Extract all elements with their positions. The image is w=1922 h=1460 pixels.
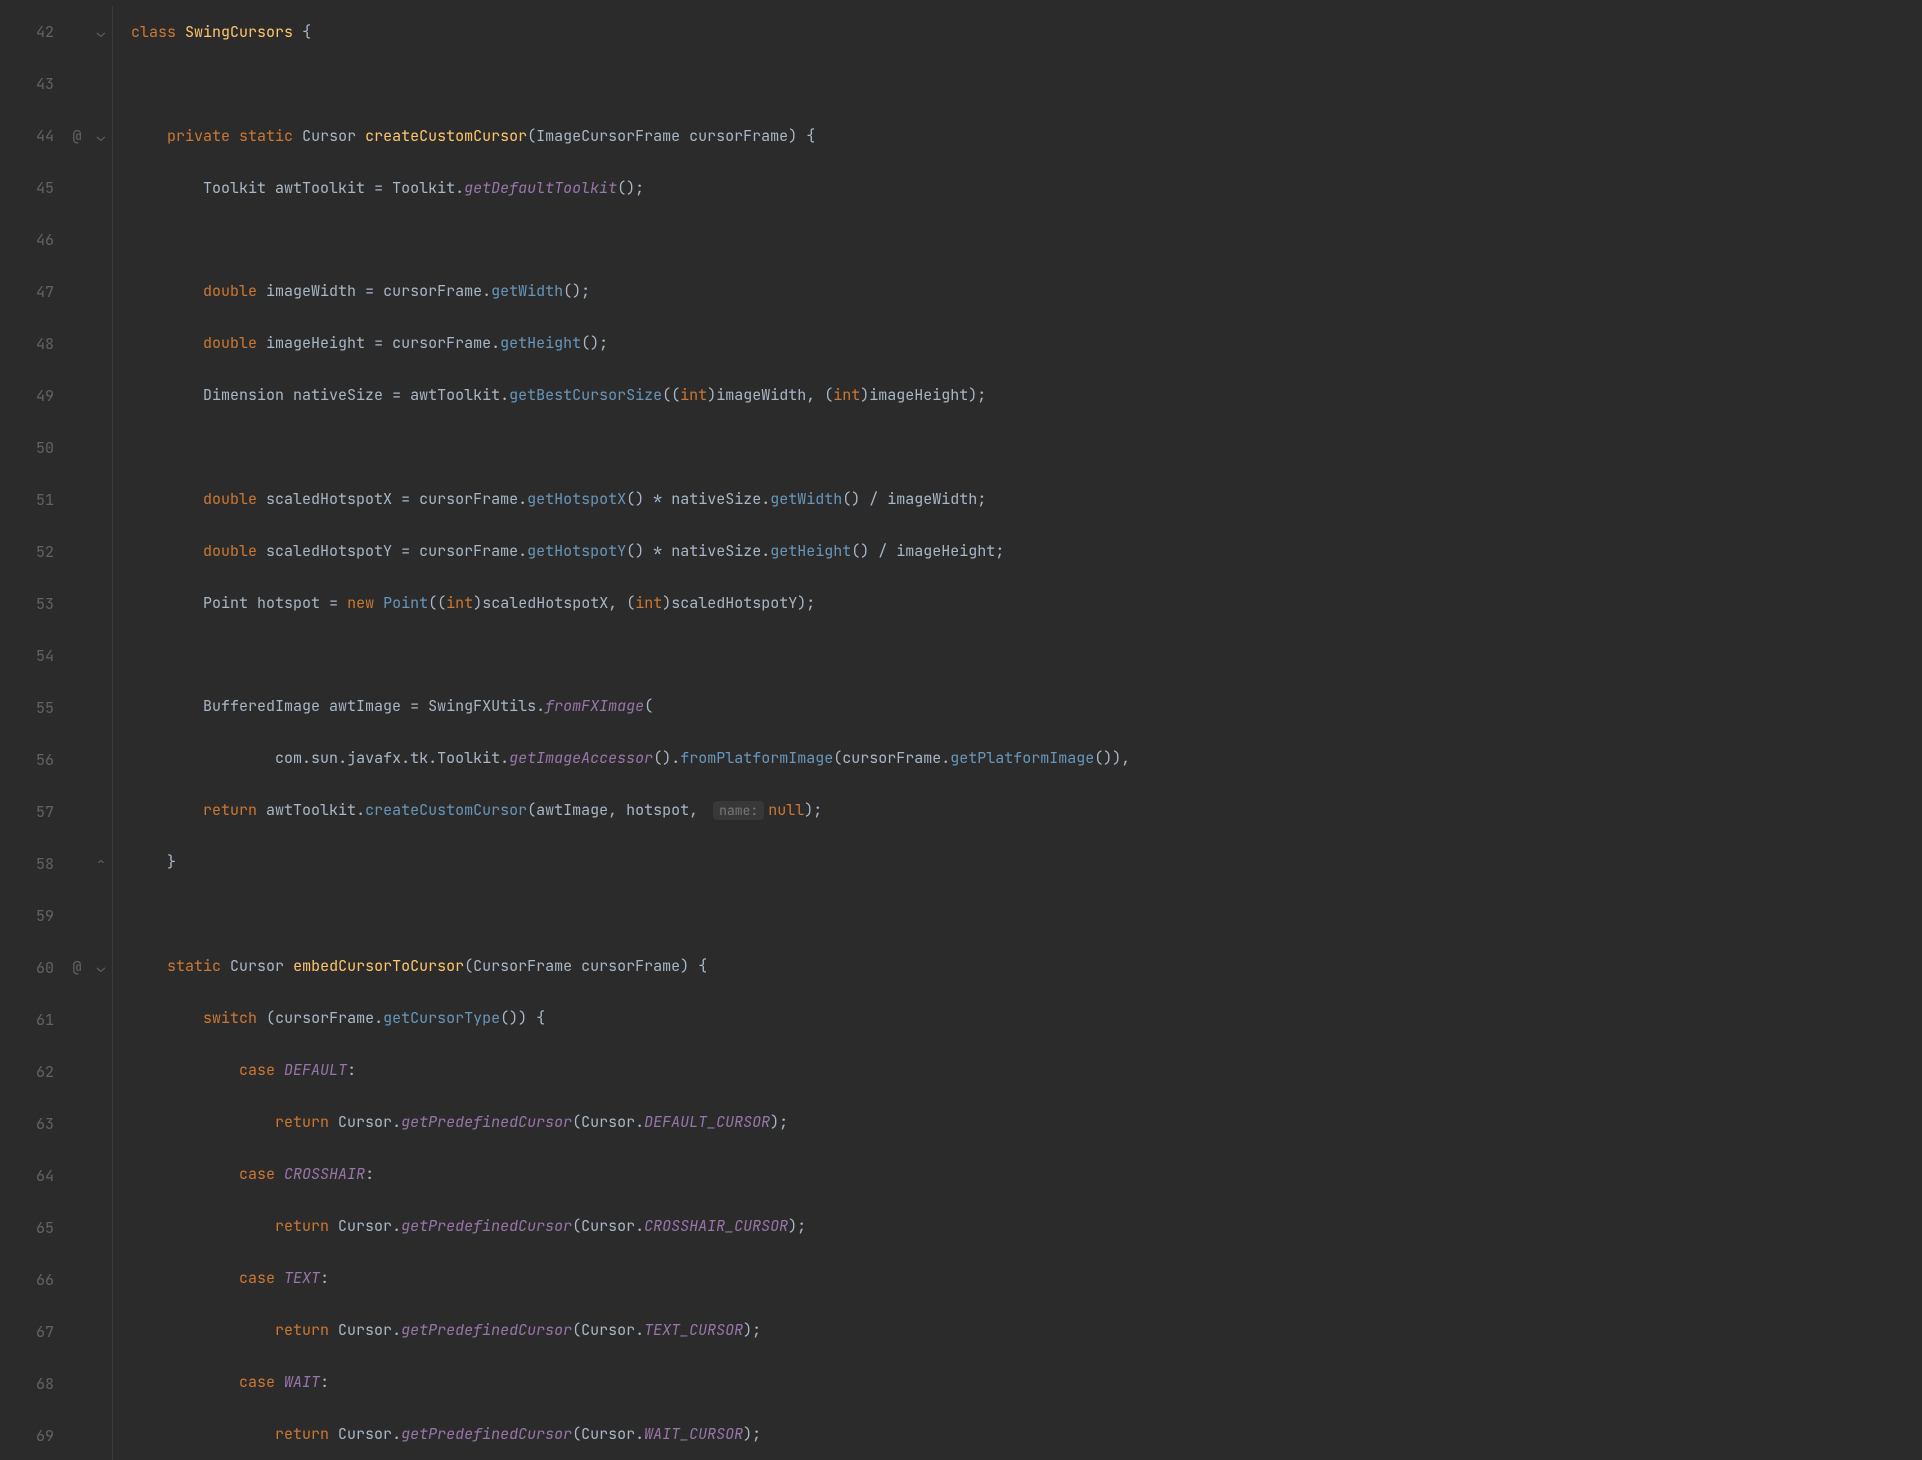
code-line[interactable]: return Cursor.getPredefinedCursor(Cursor… [131,1408,1922,1460]
line-number: 59 [12,890,54,942]
line-number: 67 [12,1306,54,1358]
code-line[interactable]: double imageWidth = cursorFrame.getWidth… [131,265,1922,317]
gutter-annotation [64,681,90,733]
code-line[interactable] [131,888,1922,940]
gutter-annotation [64,837,90,889]
code-line[interactable]: BufferedImage awtImage = SwingFXUtils.fr… [131,680,1922,732]
code-line[interactable]: } [131,836,1922,888]
line-number: 66 [12,1254,54,1306]
gutter-annotation: @ [64,110,90,162]
gutter-annotation [64,214,90,266]
gutter-annotation [64,577,90,629]
line-number: 68 [12,1358,54,1410]
gutter: 4243444546474849505152535455565758596061… [0,0,113,1460]
line-number: 45 [12,162,54,214]
gutter-annotation [64,266,90,318]
line-number: 64 [12,1150,54,1202]
gutter-annotation: @ [64,941,90,993]
line-number: 60 [12,942,54,994]
code-line[interactable] [131,58,1922,110]
code-editor[interactable]: 4243444546474849505152535455565758596061… [0,0,1922,1460]
code-line[interactable]: Point hotspot = new Point((int)scaledHot… [131,577,1922,629]
code-line[interactable]: return Cursor.getPredefinedCursor(Cursor… [131,1200,1922,1252]
code-line[interactable]: return awtToolkit.createCustomCursor(awt… [131,784,1922,836]
code-line[interactable]: case WAIT: [131,1356,1922,1408]
line-number: 56 [12,734,54,786]
gutter-annotation [64,525,90,577]
line-number: 63 [12,1098,54,1150]
code-line[interactable]: double imageHeight = cursorFrame.getHeig… [131,317,1922,369]
line-number: 52 [12,526,54,578]
code-line[interactable]: case DEFAULT: [131,1044,1922,1096]
gutter-annotation [64,1148,90,1200]
code-line[interactable]: switch (cursorFrame.getCursorType()) { [131,992,1922,1044]
gutter-annotation [64,318,90,370]
line-number-column: 4243444546474849505152535455565758596061… [0,6,64,1460]
gutter-annotation [64,473,90,525]
code-line[interactable]: case CROSSHAIR: [131,1148,1922,1200]
fold-toggle-icon[interactable] [97,22,105,42]
line-number: 55 [12,682,54,734]
code-line[interactable]: Toolkit awtToolkit = Toolkit.getDefaultT… [131,162,1922,214]
annotation-column: @@ [64,6,90,1460]
gutter-annotation [64,370,90,422]
code-line[interactable]: static Cursor embedCursorToCursor(Cursor… [131,940,1922,992]
code-line[interactable]: private static Cursor createCustomCursor… [131,110,1922,162]
line-number: 43 [12,58,54,110]
gutter-annotation [64,1356,90,1408]
gutter-annotation [64,6,90,58]
gutter-annotation [64,58,90,110]
gutter-annotation [64,785,90,837]
fold-toggle-icon[interactable] [97,853,105,873]
line-number: 54 [12,630,54,682]
line-number: 58 [12,838,54,890]
line-number: 44 [12,110,54,162]
line-number: 69 [12,1410,54,1460]
gutter-annotation [64,993,90,1045]
code-line[interactable]: return Cursor.getPredefinedCursor(Cursor… [131,1304,1922,1356]
code-line[interactable]: com.sun.javafx.tk.Toolkit.getImageAccess… [131,732,1922,784]
fold-toggle-icon[interactable] [97,957,105,977]
line-number: 53 [12,578,54,630]
line-number: 65 [12,1202,54,1254]
gutter-annotation [64,1408,90,1460]
code-area[interactable]: class SwingCursors { private static Curs… [113,0,1922,1460]
line-number: 51 [12,474,54,526]
code-line[interactable] [131,629,1922,681]
gutter-annotation [64,1045,90,1097]
gutter-annotation [64,1252,90,1304]
line-number: 46 [12,214,54,266]
gutter-annotation [64,889,90,941]
fold-column [90,6,113,1460]
code-line[interactable]: return Cursor.getPredefinedCursor(Cursor… [131,1096,1922,1148]
fold-toggle-icon[interactable] [97,126,105,146]
line-number: 50 [12,422,54,474]
gutter-annotation [64,421,90,473]
code-line[interactable]: class SwingCursors { [131,6,1922,58]
line-number: 49 [12,370,54,422]
code-line[interactable]: double scaledHotspotY = cursorFrame.getH… [131,525,1922,577]
gutter-annotation [64,1200,90,1252]
code-line[interactable] [131,214,1922,266]
code-line[interactable] [131,421,1922,473]
gutter-annotation [64,1097,90,1149]
line-number: 61 [12,994,54,1046]
inlay-hint: name: [713,801,764,820]
line-number: 62 [12,1046,54,1098]
line-number: 47 [12,266,54,318]
gutter-annotation [64,162,90,214]
gutter-annotation [64,733,90,785]
code-line[interactable]: double scaledHotspotX = cursorFrame.getH… [131,473,1922,525]
code-line[interactable]: Dimension nativeSize = awtToolkit.getBes… [131,369,1922,421]
line-number: 57 [12,786,54,838]
gutter-annotation [64,629,90,681]
line-number: 48 [12,318,54,370]
gutter-annotation [64,1304,90,1356]
line-number: 42 [12,6,54,58]
code-line[interactable]: case TEXT: [131,1252,1922,1304]
